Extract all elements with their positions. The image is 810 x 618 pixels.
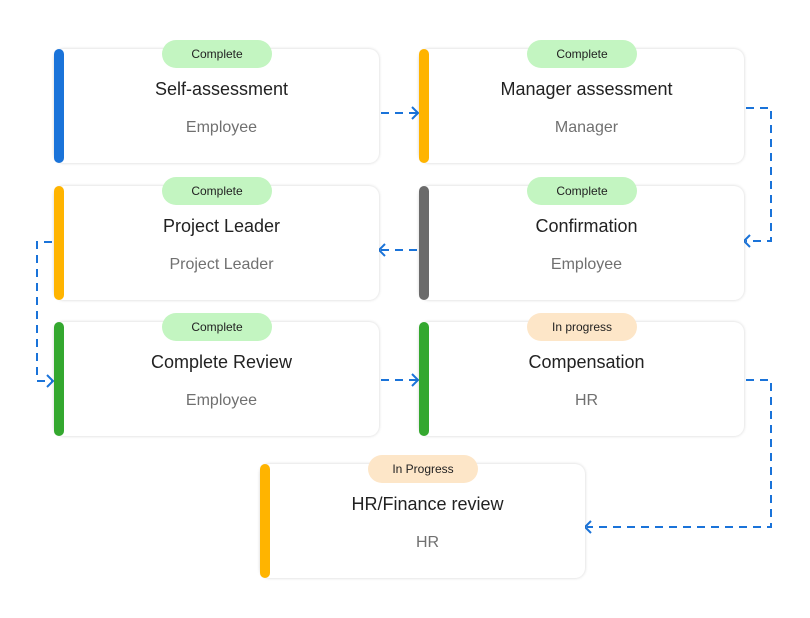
step-title: Compensation [528,352,645,372]
status-badge: Complete [162,177,272,205]
step-title: HR/Finance review [351,494,504,514]
step-role: Employee [185,119,258,136]
status-badge: Complete [162,40,272,68]
status-bar [54,322,64,436]
step-role: Manager [554,119,619,136]
step-title: Complete Review [150,352,293,372]
connector-3-5 [36,241,52,382]
step-card[interactable]: In Progress HR/Finance review HR [260,455,585,578]
status-badge: Complete [527,177,637,205]
step-title: Self-assessment [154,79,289,99]
step-card[interactable]: Complete Confirmation Employee [419,177,744,300]
step-role: Employee [185,392,258,409]
step-role: Employee [550,256,623,273]
connector-2-4 [746,107,772,242]
status-bar [54,186,64,300]
status-bar [54,49,64,163]
status-bar [419,49,429,163]
step-title: Project Leader [162,216,281,236]
step-role: HR [415,534,440,551]
step-role: Project Leader [169,256,274,273]
step-title: Confirmation [535,216,638,236]
step-card[interactable]: Complete Complete Review Employee [54,313,379,436]
status-badge: In progress [527,313,637,341]
status-bar [419,186,429,300]
step-role: HR [574,392,599,409]
step-card[interactable]: Complete Project Leader Project Leader [54,177,379,300]
status-badge: In Progress [368,455,478,483]
status-bar [260,464,270,578]
step-card[interactable]: Complete Self-assessment Employee [54,40,379,163]
arrow-right-icon [46,374,55,388]
status-bar [419,322,429,436]
step-card[interactable]: In progress Compensation HR [419,313,744,436]
status-badge: Complete [527,40,637,68]
step-title: Manager assessment [500,79,673,99]
status-badge: Complete [162,313,272,341]
step-card[interactable]: Complete Manager assessment Manager [419,40,744,163]
